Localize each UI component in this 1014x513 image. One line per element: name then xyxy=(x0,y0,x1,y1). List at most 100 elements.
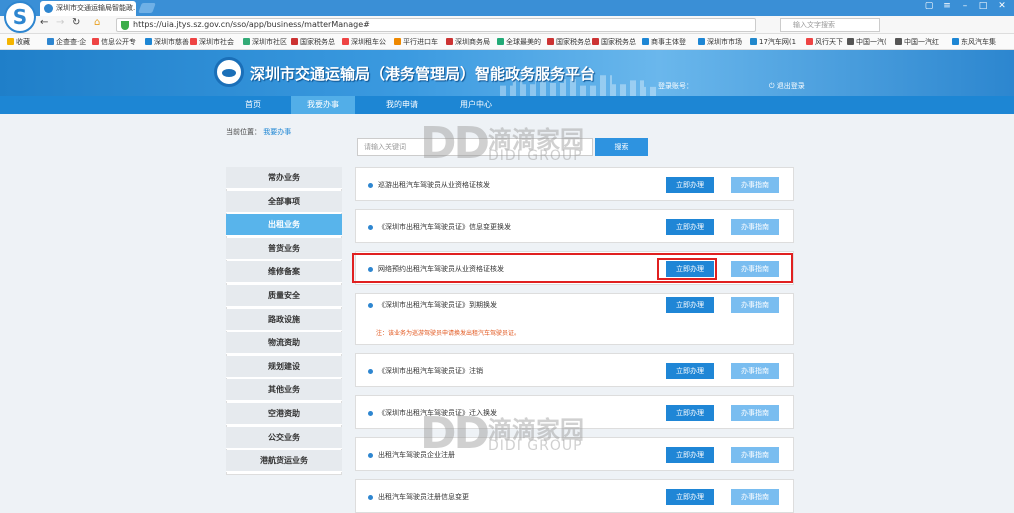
sidebar-item[interactable]: 港航货运业务 xyxy=(226,450,342,473)
bookmark-item[interactable]: 平行进口车 xyxy=(394,37,438,47)
apply-now-button[interactable]: 立即办理 xyxy=(666,447,714,463)
breadcrumb: 当前位置： 我要办事 xyxy=(226,127,291,137)
tab-title: 深圳市交通运输局智能政... xyxy=(56,4,136,12)
back-icon[interactable]: ← xyxy=(40,17,48,28)
nav-services[interactable]: 我要办事 xyxy=(291,96,355,114)
apply-now-button[interactable]: 立即办理 xyxy=(666,363,714,379)
bookmark-item[interactable]: 深圳市市场 xyxy=(698,37,742,47)
sidebar-item[interactable]: 常办业务 xyxy=(226,167,342,189)
bookmark-item[interactable]: 国家税务总 xyxy=(291,37,335,47)
service-guide-button[interactable]: 办事指南 xyxy=(731,489,779,505)
bookmark-label: 信息公开专 xyxy=(101,38,136,46)
bookmark-item[interactable]: 17汽车网(1 xyxy=(750,37,796,47)
bookmark-icon xyxy=(547,38,554,45)
sidebar-item[interactable]: 空港资助 xyxy=(226,403,342,425)
bookmark-item[interactable]: 信息公开专 xyxy=(92,37,136,47)
bookmark-item[interactable]: 中国一汽( xyxy=(847,37,887,47)
service-guide-button[interactable]: 办事指南 xyxy=(731,297,779,313)
url-text: https://uia.jtys.sz.gov.cn/sso/app/busin… xyxy=(133,20,370,29)
bookmark-label: 17汽车网(1 xyxy=(759,38,797,46)
apply-now-button[interactable]: 立即办理 xyxy=(666,219,714,235)
bookmark-item[interactable]: 东风汽车集 xyxy=(952,37,996,47)
bookmark-icon xyxy=(895,38,902,45)
apply-now-button[interactable]: 立即办理 xyxy=(666,177,714,193)
bookmark-label: 国家税务总 xyxy=(300,38,335,46)
bookmark-label: 深圳市社区 xyxy=(252,38,287,46)
bookmark-icon xyxy=(394,38,401,45)
breadcrumb-current[interactable]: 我要办事 xyxy=(263,128,291,136)
nav-home[interactable]: 首页 xyxy=(221,96,285,114)
bullet-icon xyxy=(368,182,373,188)
bookmark-item[interactable]: 企查查·企 xyxy=(47,37,86,47)
nav-my-applications[interactable]: 我的申请 xyxy=(370,96,434,114)
sidebar-item[interactable]: 公交业务 xyxy=(226,426,342,449)
bookmark-icon xyxy=(145,38,152,45)
reload-icon[interactable]: ↻ xyxy=(72,17,80,28)
watermark-letters: DD xyxy=(420,408,490,459)
sidebar-item[interactable]: 全部事项 xyxy=(226,190,342,213)
bullet-icon xyxy=(368,494,373,500)
service-title[interactable]: 《深圳市出租汽车驾驶员证》注销 xyxy=(378,366,483,376)
service-guide-button[interactable]: 办事指南 xyxy=(731,177,779,193)
sidebar-item[interactable]: 质量安全 xyxy=(226,285,342,307)
bookmark-item[interactable]: 全球最美的 xyxy=(497,37,541,47)
bookmark-item[interactable]: 收藏 xyxy=(7,37,30,47)
bookmark-icon xyxy=(291,38,298,45)
apply-now-button[interactable]: 立即办理 xyxy=(666,489,714,505)
favicon-icon xyxy=(44,4,53,13)
bullet-icon xyxy=(368,302,373,308)
browser-logo-icon[interactable]: S xyxy=(4,1,36,33)
bookmark-item[interactable]: 深圳租车公 xyxy=(342,37,386,47)
sidebar-item[interactable]: 出租业务 xyxy=(226,214,342,237)
sidebar-item[interactable]: 普货业务 xyxy=(226,237,342,260)
bookmark-item[interactable]: 国家税务总 xyxy=(592,37,636,47)
forward-icon[interactable]: → xyxy=(56,17,64,28)
bookmark-item[interactable]: 深圳市慈善 xyxy=(145,37,189,47)
service-title[interactable]: 巡游出租汽车驾驶员从业资格证核发 xyxy=(378,180,490,190)
bookmark-item[interactable]: 商事主体登 xyxy=(642,37,686,47)
home-icon[interactable]: ⌂ xyxy=(94,17,100,28)
skin-icon[interactable]: ▢ xyxy=(922,1,936,11)
service-title[interactable]: 出租汽车驾驶员注册信息变更 xyxy=(378,492,469,502)
bookmark-item[interactable]: 深圳商务局 xyxy=(446,37,490,47)
url-field[interactable]: https://uia.jtys.sz.gov.cn/sso/app/busin… xyxy=(116,18,756,32)
bookmark-icon xyxy=(750,38,757,45)
menu-icon[interactable]: ≡ xyxy=(940,1,954,11)
service-title[interactable]: 《深圳市出租汽车驾驶员证》信息变更换发 xyxy=(378,222,511,232)
bookmark-item[interactable]: 风行天下 xyxy=(806,37,843,47)
bookmark-item[interactable]: 中国一汽红 xyxy=(895,37,939,47)
bookmark-item[interactable]: 国家税务总 xyxy=(547,37,591,47)
browser-tab[interactable]: 深圳市交通运输局智能政... × xyxy=(40,1,136,16)
bookmark-icon xyxy=(446,38,453,45)
bookmark-label: 国家税务总 xyxy=(556,38,591,46)
bookmark-icon xyxy=(7,38,14,45)
watermark-en: DIDI GROUP xyxy=(488,148,583,164)
service-guide-button[interactable]: 办事指南 xyxy=(731,405,779,421)
service-guide-button[interactable]: 办事指南 xyxy=(731,219,779,235)
service-guide-button[interactable]: 办事指南 xyxy=(731,363,779,379)
apply-now-button[interactable]: 立即办理 xyxy=(666,405,714,421)
close-window-icon[interactable]: ✕ xyxy=(995,1,1009,11)
bullet-icon xyxy=(368,224,373,230)
search-button[interactable]: 搜索 xyxy=(595,138,648,156)
sidebar-item[interactable]: 维修备案 xyxy=(226,261,342,284)
bookmark-item[interactable]: 深圳市社会 xyxy=(190,37,234,47)
close-tab-icon[interactable]: × xyxy=(127,1,133,16)
bookmark-item[interactable]: 深圳市社区 xyxy=(243,37,287,47)
bookmark-label: 中国一汽( xyxy=(856,38,887,46)
sidebar-item[interactable]: 规划建设 xyxy=(226,355,342,378)
bookmark-label: 深圳租车公 xyxy=(351,38,386,46)
sidebar-item[interactable]: 路政设施 xyxy=(226,308,342,331)
minimize-icon[interactable]: – xyxy=(958,1,972,11)
service-title[interactable]: 《深圳市出租汽车驾驶员证》到期换发 xyxy=(378,300,497,310)
sidebar-item[interactable]: 其他业务 xyxy=(226,379,342,402)
bookmark-label: 风行天下 xyxy=(815,38,843,46)
apply-now-button[interactable]: 立即办理 xyxy=(666,297,714,313)
logout-link[interactable]: ⏻ 退出登录 xyxy=(769,81,805,91)
browser-search-input[interactable]: 输入文字搜索 xyxy=(780,18,880,32)
maximize-icon[interactable]: □ xyxy=(976,1,990,11)
bookmark-label: 收藏 xyxy=(16,38,30,46)
service-guide-button[interactable]: 办事指南 xyxy=(731,447,779,463)
nav-user-center[interactable]: 用户中心 xyxy=(444,96,508,114)
sidebar-item[interactable]: 物流资助 xyxy=(226,332,342,355)
